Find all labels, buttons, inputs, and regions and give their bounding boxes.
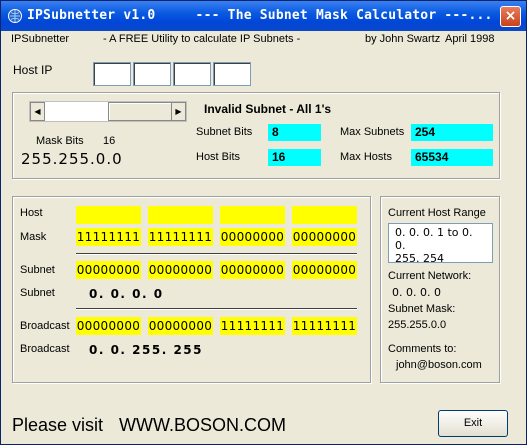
subnet-mask-value: 255.255.0.0 bbox=[388, 319, 447, 331]
broadcast-octet-4: 11111111 bbox=[292, 317, 357, 335]
current-network-label: Current Network: bbox=[388, 270, 472, 282]
subnet-octet-4: 00000000 bbox=[292, 261, 357, 279]
exit-button[interactable]: Exit bbox=[438, 410, 508, 437]
subnet-row-label: Subnet bbox=[20, 264, 55, 276]
host-bits-label: Host Bits bbox=[196, 151, 241, 163]
max-hosts-label: Max Hosts bbox=[340, 151, 392, 163]
slider-left-arrow-icon[interactable]: ◀ bbox=[30, 102, 45, 121]
slider-thumb[interactable] bbox=[108, 102, 174, 121]
author-label: by John Swartz bbox=[365, 33, 441, 45]
subnet-bits-label: Subnet Bits bbox=[196, 126, 253, 138]
subnet-octet-3: 00000000 bbox=[220, 261, 285, 279]
host-range-label: Current Host Range bbox=[388, 207, 486, 219]
app-window: IPSubnetter v1.0 --- The Subnet Mask Cal… bbox=[0, 0, 527, 445]
mask-octet-2: 11111111 bbox=[148, 228, 213, 246]
broadcast-row-label: Broadcast bbox=[20, 320, 70, 332]
broadcast-octet-2: 00000000 bbox=[148, 317, 213, 335]
mask-octet-3: 00000000 bbox=[220, 228, 285, 246]
max-subnets-field: 254 bbox=[411, 124, 493, 141]
mask-octet-4: 00000000 bbox=[292, 228, 357, 246]
host-row-label: Host bbox=[20, 207, 43, 219]
date-label: April 1998 bbox=[445, 33, 495, 45]
subnet-decimal-value: 0. 0. 0. 0 bbox=[89, 287, 164, 301]
tagline: - A FREE Utility to calculate IP Subnets… bbox=[103, 33, 301, 45]
slider-right-arrow-icon[interactable]: ▶ bbox=[171, 102, 186, 121]
subnet-mask-label: Subnet Mask: bbox=[388, 303, 456, 315]
website-link[interactable]: WWW.BOSON.COM bbox=[119, 415, 286, 436]
subnet-octet-2: 00000000 bbox=[148, 261, 213, 279]
comments-label: Comments to: bbox=[388, 343, 457, 355]
broadcast-octet-3: 11111111 bbox=[220, 317, 285, 335]
host-ip-label: Host IP bbox=[13, 63, 53, 77]
host-octet-1 bbox=[76, 206, 141, 224]
comments-email: john@boson.com bbox=[396, 359, 482, 371]
host-ip-octet-1[interactable] bbox=[93, 62, 131, 86]
host-ip-octet-3[interactable] bbox=[173, 62, 211, 86]
mask-row-label: Mask bbox=[20, 231, 47, 243]
mask-display: 255.255.0.0 bbox=[21, 150, 123, 168]
host-octet-3 bbox=[220, 206, 285, 224]
slider-track[interactable] bbox=[45, 102, 108, 121]
window-title: IPSubnetter v1.0 --- The Subnet Mask Cal… bbox=[27, 8, 493, 23]
divider bbox=[76, 308, 357, 310]
subnet-status: Invalid Subnet - All 1's bbox=[204, 102, 332, 116]
host-bits-field: 16 bbox=[268, 149, 321, 166]
mask-bits-label: Mask Bits bbox=[36, 135, 84, 147]
visit-label: Please visit bbox=[12, 415, 104, 435]
host-range-line-1: 0. 0. 0. 1 to 0. 0. bbox=[395, 226, 473, 252]
host-ip-octet-4[interactable] bbox=[213, 62, 251, 86]
subnet-octet-1: 00000000 bbox=[76, 261, 141, 279]
close-button[interactable]: × bbox=[500, 6, 521, 27]
divider bbox=[76, 253, 357, 255]
subnet-decimal-label: Subnet bbox=[20, 287, 55, 299]
host-range-line-2: 255. 254 bbox=[395, 252, 444, 265]
mask-octet-1: 11111111 bbox=[76, 228, 141, 246]
title-bar[interactable]: IPSubnetter v1.0 --- The Subnet Mask Cal… bbox=[1, 1, 526, 31]
current-network-value: 0. 0. 0. 0 bbox=[392, 286, 441, 299]
host-octet-2 bbox=[148, 206, 213, 224]
host-range-box[interactable]: 0. 0. 0. 1 to 0. 0. 255. 254 bbox=[388, 223, 493, 265]
host-octet-4 bbox=[292, 206, 357, 224]
app-name-label: IPSubnetter bbox=[11, 33, 70, 45]
mask-bits-slider[interactable]: ◀ ▶ bbox=[29, 101, 187, 122]
broadcast-octet-1: 00000000 bbox=[76, 317, 141, 335]
broadcast-decimal-value: 0. 0. 255. 255 bbox=[89, 343, 204, 357]
app-icon bbox=[8, 9, 22, 23]
subnet-bits-field: 8 bbox=[268, 124, 321, 141]
broadcast-decimal-label: Broadcast bbox=[20, 343, 70, 355]
mask-bits-value: 16 bbox=[103, 135, 116, 147]
max-subnets-label: Max Subnets bbox=[340, 126, 405, 138]
host-ip-octet-2[interactable] bbox=[133, 62, 171, 86]
max-hosts-field: 65534 bbox=[411, 149, 493, 166]
